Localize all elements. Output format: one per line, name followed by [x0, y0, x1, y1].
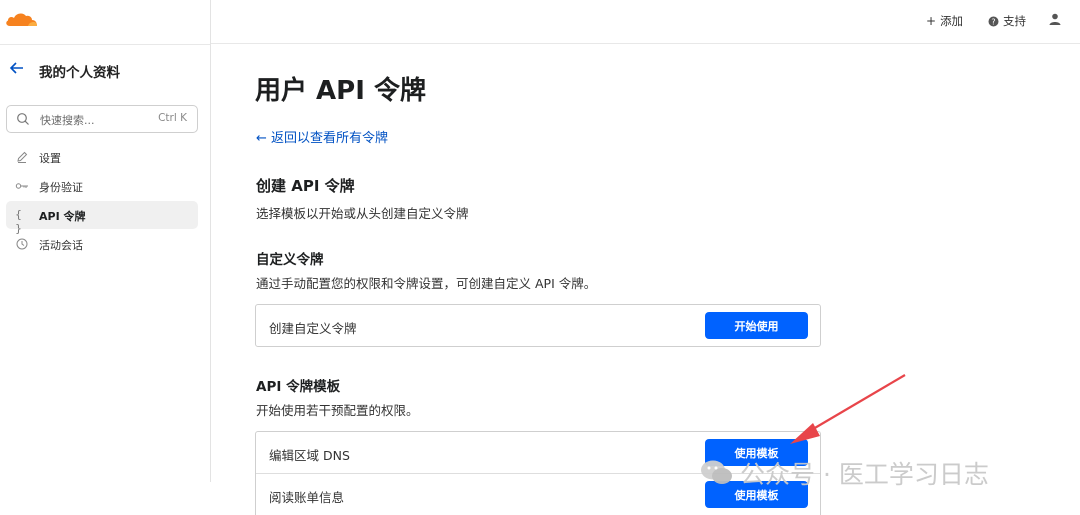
sidebar-item-label: 设置 — [39, 152, 61, 165]
top-bar: + 添加 ? 支持 — [211, 0, 1080, 44]
watermark: 公众号 · 医工学习日志 — [700, 455, 989, 491]
template-row-label: 阅读账单信息 — [269, 490, 345, 505]
braces-icon: { } — [15, 208, 22, 235]
back-arrow-icon[interactable] — [9, 60, 25, 76]
cloudflare-logo-icon[interactable] — [4, 10, 38, 28]
support-label: 支持 — [1003, 14, 1026, 28]
custom-token-row: 创建自定义令牌 开始使用 — [256, 305, 820, 346]
user-icon[interactable] — [1049, 13, 1061, 25]
custom-token-heading: 自定义令牌 — [256, 252, 324, 268]
create-token-heading: 创建 API 令牌 — [256, 177, 355, 195]
create-token-subtitle: 选择模板以开始或从头创建自定义令牌 — [256, 206, 469, 221]
search-icon — [17, 113, 29, 125]
key-icon — [15, 183, 28, 189]
wechat-icon — [701, 460, 732, 484]
annotation-arrow-icon — [790, 374, 906, 444]
sidebar-item-authentication[interactable]: 身份验证 — [6, 172, 198, 200]
clock-icon — [16, 238, 28, 250]
back-to-tokens-link[interactable]: ← 返回以查看所有令牌 — [256, 127, 388, 146]
templates-heading: API 令牌模板 — [256, 379, 341, 395]
get-started-button[interactable]: 开始使用 — [705, 312, 808, 339]
page-title: 用户 API 令牌 — [255, 76, 426, 106]
custom-token-card: 创建自定义令牌 开始使用 — [255, 304, 821, 347]
sidebar-item-api-tokens[interactable]: { } API 令牌 — [6, 201, 198, 235]
add-label: 添加 — [940, 14, 964, 28]
custom-token-row-label: 创建自定义令牌 — [269, 321, 357, 336]
search-shortcut: Ctrl K — [158, 112, 187, 124]
custom-token-subtitle: 通过手动配置您的权限和令牌设置，可创建自定义 API 令牌。 — [256, 276, 597, 291]
watermark-text: 公众号 · 医工学习日志 — [740, 460, 989, 489]
sidebar-item-label: 活动会话 — [39, 239, 83, 252]
sidebar-item-label: API 令牌 — [39, 210, 86, 223]
add-button[interactable]: + 添加 — [926, 13, 963, 29]
sidebar-item-label: 身份验证 — [39, 181, 83, 194]
search-placeholder: 快速搜索... — [40, 114, 95, 127]
pencil-icon — [17, 151, 28, 163]
support-button[interactable]: ? 支持 — [988, 13, 1026, 29]
sidebar: 我的个人资料 快速搜索... Ctrl K 设置 身份验证 { } API 令牌… — [0, 0, 211, 482]
help-icon: ? — [988, 16, 999, 26]
sidebar-item-sessions[interactable]: 活动会话 — [6, 230, 198, 258]
svg-text:?: ? — [991, 17, 995, 26]
templates-subtitle: 开始使用若干预配置的权限。 — [256, 403, 419, 418]
search-input[interactable]: 快速搜索... Ctrl K — [6, 105, 198, 133]
sidebar-title: 我的个人资料 — [39, 65, 120, 81]
template-row-label: 编辑区域 DNS — [269, 448, 350, 463]
sidebar-item-settings[interactable]: 设置 — [6, 143, 198, 171]
sidebar-divider — [0, 44, 210, 45]
plus-icon: + — [926, 14, 937, 28]
